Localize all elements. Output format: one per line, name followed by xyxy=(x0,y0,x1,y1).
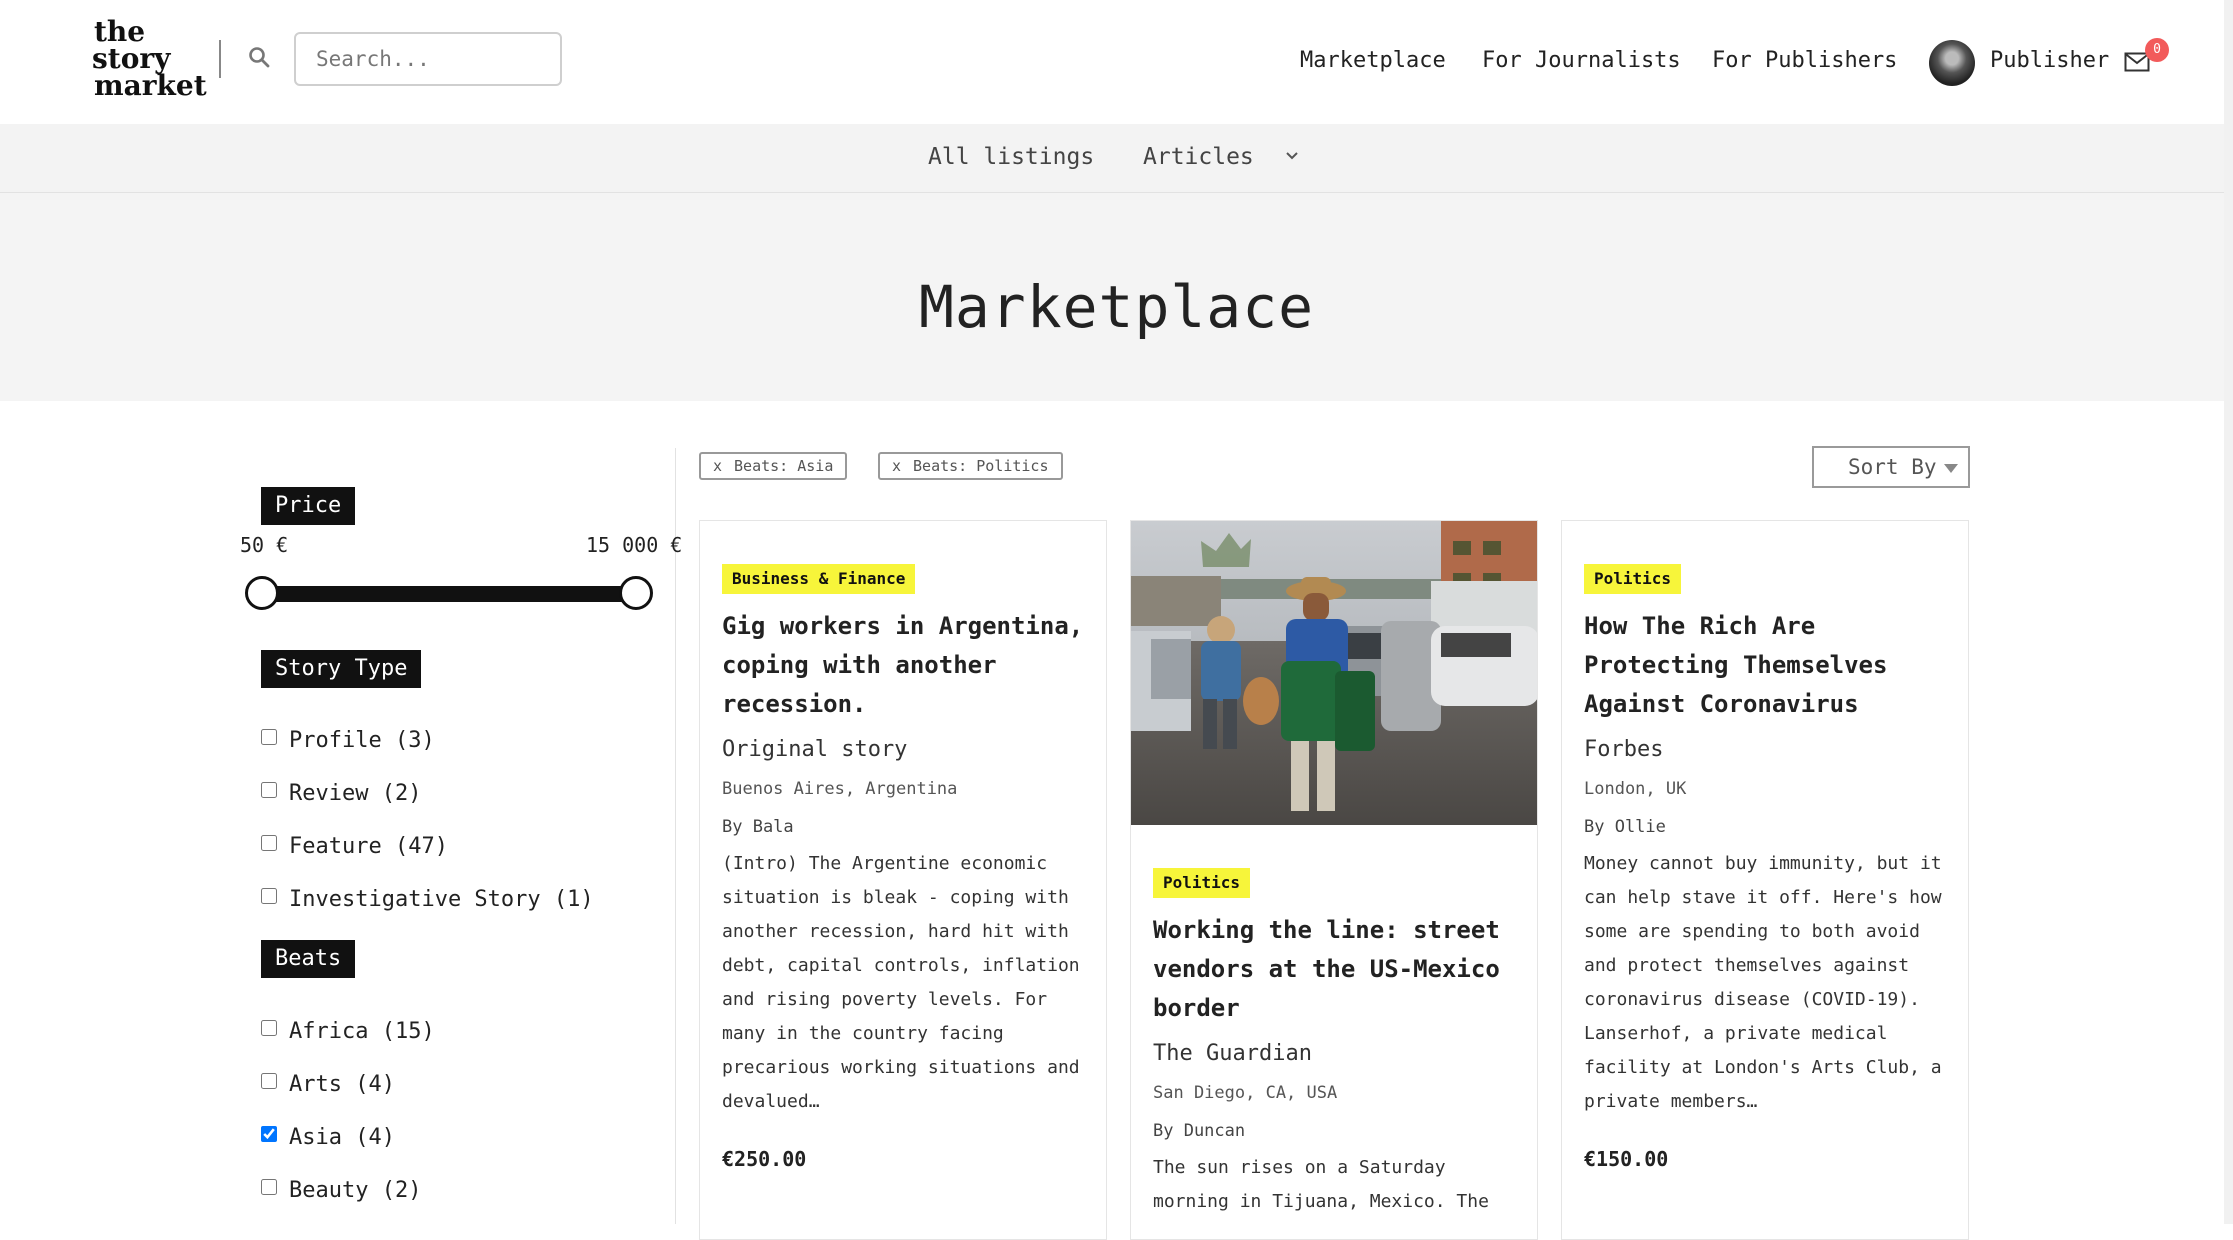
listing-source: Forbes xyxy=(1584,737,1664,762)
chip-label: Beats: Politics xyxy=(913,457,1049,475)
filter-checkbox[interactable] xyxy=(261,888,277,904)
filter-label: Africa (15) xyxy=(289,1019,435,1044)
filter-label: Beauty (2) xyxy=(289,1178,422,1203)
remove-filter-icon[interactable]: x xyxy=(713,457,722,475)
listing-description: (Intro) The Argentine economic situation… xyxy=(722,853,1080,1112)
filter-checkbox[interactable] xyxy=(261,835,277,851)
filter-label: Profile (3) xyxy=(289,728,435,753)
listing-price: €250.00 xyxy=(722,1147,807,1171)
page-hero: Marketplace xyxy=(0,193,2233,401)
listing-location: Buenos Aires, Argentina xyxy=(722,779,958,799)
filter-beat-africa[interactable]: Africa (15) xyxy=(261,1019,435,1044)
listing-byline: By Bala xyxy=(722,817,794,837)
filter-checkbox[interactable] xyxy=(261,729,277,745)
price-min-label: 50 € xyxy=(240,533,289,557)
filter-story-type-feature[interactable]: Feature (47) xyxy=(261,834,448,859)
story-type-filter-label: Story Type xyxy=(261,650,422,688)
search-input[interactable] xyxy=(294,32,562,86)
chevron-down-icon[interactable] xyxy=(1284,148,1300,164)
listing-title[interactable]: Gig workers in Argentina, coping with an… xyxy=(722,607,1092,724)
page-title: Marketplace xyxy=(918,273,1315,341)
beats-filter-label: Beats xyxy=(261,940,356,978)
logo-line-3: market xyxy=(94,69,207,102)
filter-checkbox[interactable] xyxy=(261,1020,277,1036)
active-filter-chip-asia[interactable]: x Beats: Asia xyxy=(699,452,848,480)
site-logo[interactable]: the story market xyxy=(78,15,207,108)
price-slider-min-handle[interactable] xyxy=(245,576,279,610)
remove-filter-icon[interactable]: x xyxy=(892,457,901,475)
category-badge: Politics xyxy=(1584,564,1682,594)
listing-location: London, UK xyxy=(1584,779,1687,799)
listing-source: The Guardian xyxy=(1153,1041,1312,1066)
filter-beat-asia[interactable]: Asia (4) xyxy=(261,1125,395,1150)
user-menu-label[interactable]: Publisher xyxy=(1990,48,2109,73)
filter-beat-beauty[interactable]: Beauty (2) xyxy=(261,1178,421,1203)
active-filter-chip-politics[interactable]: x Beats: Politics xyxy=(878,452,1063,480)
page-scrollbar[interactable] xyxy=(2224,0,2233,1224)
filter-label: Investigative Story (1) xyxy=(289,887,594,912)
search-icon[interactable] xyxy=(248,46,270,68)
listing-card[interactable]: Politics How The Rich Are Protecting The… xyxy=(1561,520,1969,1240)
filter-checkbox[interactable] xyxy=(261,1073,277,1089)
listing-title[interactable]: Working the line: street vendors at the … xyxy=(1153,911,1523,1028)
category-badge: Politics xyxy=(1153,868,1251,898)
sidebar-divider xyxy=(675,448,676,1224)
header-divider xyxy=(219,40,221,78)
price-max-label: 15 000 € xyxy=(586,533,683,557)
category-badge: Business & Finance xyxy=(722,564,916,594)
caret-down-icon[interactable] xyxy=(1944,464,1958,473)
filter-label: Feature (47) xyxy=(289,834,448,859)
price-slider-max-handle[interactable] xyxy=(619,576,653,610)
filter-story-type-investigative[interactable]: Investigative Story (1) xyxy=(261,887,594,912)
listing-byline: By Ollie xyxy=(1584,817,1666,837)
logo-line-2: story xyxy=(92,42,171,75)
listing-description: Money cannot buy immunity, but it can he… xyxy=(1584,853,1942,1112)
filter-label: Asia (4) xyxy=(289,1125,395,1150)
logo-line-1: the xyxy=(94,15,146,48)
filter-checkbox[interactable] xyxy=(261,782,277,798)
listing-card[interactable]: Politics Working the line: street vendor… xyxy=(1130,520,1538,1240)
listing-byline: By Duncan xyxy=(1153,1121,1246,1141)
nav-marketplace[interactable]: Marketplace xyxy=(1300,48,1446,73)
chip-label: Beats: Asia xyxy=(734,457,834,475)
filter-story-type-review[interactable]: Review (2) xyxy=(261,781,421,806)
listing-location: San Diego, CA, USA xyxy=(1153,1083,1338,1103)
avatar[interactable] xyxy=(1929,40,1975,86)
filter-story-type-profile[interactable]: Profile (3) xyxy=(261,728,435,753)
mail-count-badge: 0 xyxy=(2145,38,2169,62)
listing-source: Original story xyxy=(722,737,908,762)
site-header: the story market Marketplace For Journal… xyxy=(0,0,2233,124)
filter-label: Review (2) xyxy=(289,781,422,806)
listing-card[interactable]: Business & Finance Gig workers in Argent… xyxy=(699,520,1107,1240)
nav-for-publishers[interactable]: For Publishers xyxy=(1712,48,1897,73)
subnav-all-listings[interactable]: All listings xyxy=(928,144,1094,170)
listing-price: €150.00 xyxy=(1584,1147,1669,1171)
nav-for-journalists[interactable]: For Journalists xyxy=(1482,48,1681,73)
filter-beat-arts[interactable]: Arts (4) xyxy=(261,1072,395,1097)
sub-navigation: All listings Articles xyxy=(0,124,2233,193)
subnav-articles[interactable]: Articles xyxy=(1143,144,1254,170)
listing-description: The sun rises on a Saturday morning in T… xyxy=(1153,1157,1489,1212)
price-filter-label: Price xyxy=(261,487,356,525)
filter-checkbox[interactable] xyxy=(261,1126,277,1142)
listing-title[interactable]: How The Rich Are Protecting Themselves A… xyxy=(1584,607,1954,724)
filter-checkbox[interactable] xyxy=(261,1179,277,1195)
price-slider-track[interactable] xyxy=(262,586,636,602)
filter-label: Arts (4) xyxy=(289,1072,395,1097)
listing-photo[interactable] xyxy=(1131,521,1538,825)
